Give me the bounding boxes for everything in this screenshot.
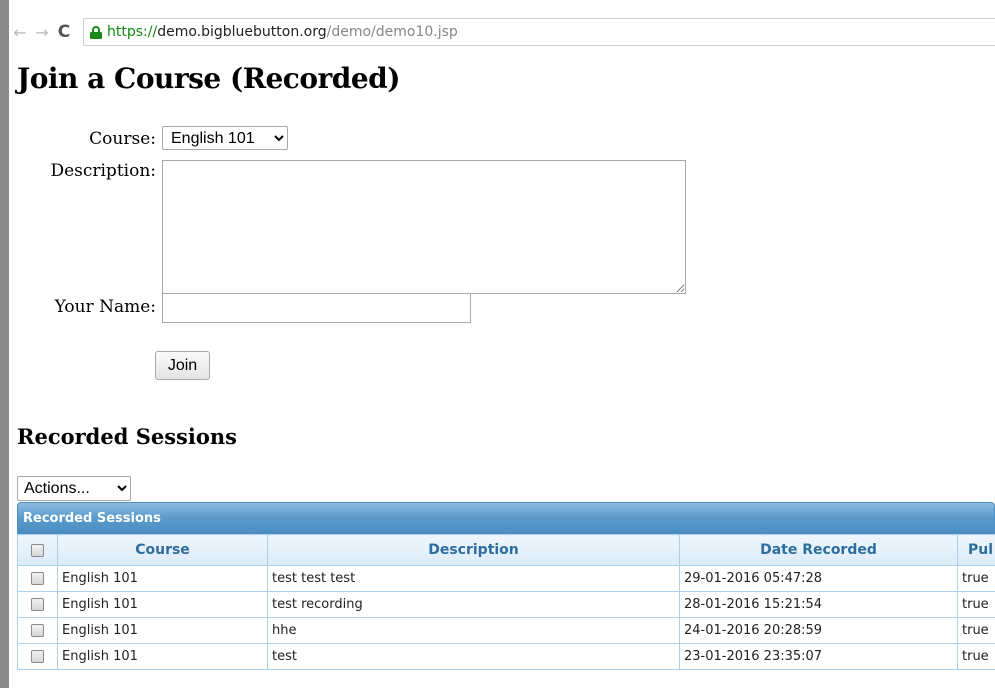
grid-caption: Recorded Sessions <box>17 502 995 534</box>
join-button[interactable]: Join <box>155 351 210 380</box>
actions-select[interactable]: Actions... <box>17 476 131 501</box>
row-checkbox[interactable] <box>17 643 58 670</box>
table-row[interactable]: English 101 hhe 24-01-2016 20:28:59 true <box>17 617 995 644</box>
column-header-course[interactable]: Course <box>57 534 268 566</box>
cell-published: true <box>957 565 995 592</box>
cell-date: 24-01-2016 20:28:59 <box>679 617 958 644</box>
cell-date: 28-01-2016 15:21:54 <box>679 591 958 618</box>
cell-published: true <box>957 643 995 670</box>
cell-description: test recording <box>267 591 680 618</box>
cell-course: English 101 <box>57 591 268 618</box>
url-host: demo.bigbluebutton.org <box>157 24 327 40</box>
column-header-published[interactable]: Pul <box>957 534 995 566</box>
cell-description: test <box>267 643 680 670</box>
cell-date: 23-01-2016 23:35:07 <box>679 643 958 670</box>
recordings-grid: Recorded Sessions Course Description Dat… <box>17 502 995 688</box>
name-label: Your Name: <box>54 297 156 317</box>
course-select[interactable]: English 101 <box>162 126 288 150</box>
name-input[interactable] <box>162 293 471 323</box>
description-field[interactable] <box>162 160 686 294</box>
recordings-table: Course Description Date Recorded Pul Eng… <box>17 534 995 670</box>
column-header-date[interactable]: Date Recorded <box>679 534 958 566</box>
cell-course: English 101 <box>57 565 268 592</box>
cell-description: test test test <box>267 565 680 592</box>
recorded-sessions-heading: Recorded Sessions <box>17 424 237 449</box>
column-header-description[interactable]: Description <box>267 534 680 566</box>
url-path: /demo/demo10.jsp <box>326 24 458 40</box>
description-label: Description: <box>50 161 156 181</box>
forward-arrow-icon[interactable]: → <box>31 21 53 43</box>
table-row[interactable]: English 101 test 23-01-2016 23:35:07 tru… <box>17 643 995 670</box>
table-header-row: Course Description Date Recorded Pul <box>17 534 995 566</box>
cell-published: true <box>957 591 995 618</box>
cell-description: hhe <box>267 617 680 644</box>
table-row[interactable]: English 101 test recording 28-01-2016 15… <box>17 591 995 618</box>
cell-published: true <box>957 617 995 644</box>
table-row[interactable]: English 101 test test test 29-01-2016 05… <box>17 565 995 592</box>
browser-toolbar: ← → C https://demo.bigbluebutton.org/dem… <box>9 14 995 50</box>
back-arrow-icon[interactable]: ← <box>9 21 31 43</box>
cell-course: English 101 <box>57 643 268 670</box>
lock-icon <box>90 25 102 39</box>
url-scheme: https:// <box>107 24 158 40</box>
row-checkbox[interactable] <box>17 591 58 618</box>
address-bar[interactable]: https://demo.bigbluebutton.org/demo/demo… <box>83 18 995 46</box>
course-label: Course: <box>89 129 156 149</box>
reload-icon[interactable]: C <box>53 21 75 43</box>
row-checkbox[interactable] <box>17 617 58 644</box>
cell-date: 29-01-2016 05:47:28 <box>679 565 958 592</box>
window-edge <box>0 0 9 688</box>
page-title: Join a Course (Recorded) <box>17 62 400 95</box>
row-checkbox[interactable] <box>17 565 58 592</box>
cell-course: English 101 <box>57 617 268 644</box>
select-all-checkbox[interactable] <box>17 534 58 566</box>
